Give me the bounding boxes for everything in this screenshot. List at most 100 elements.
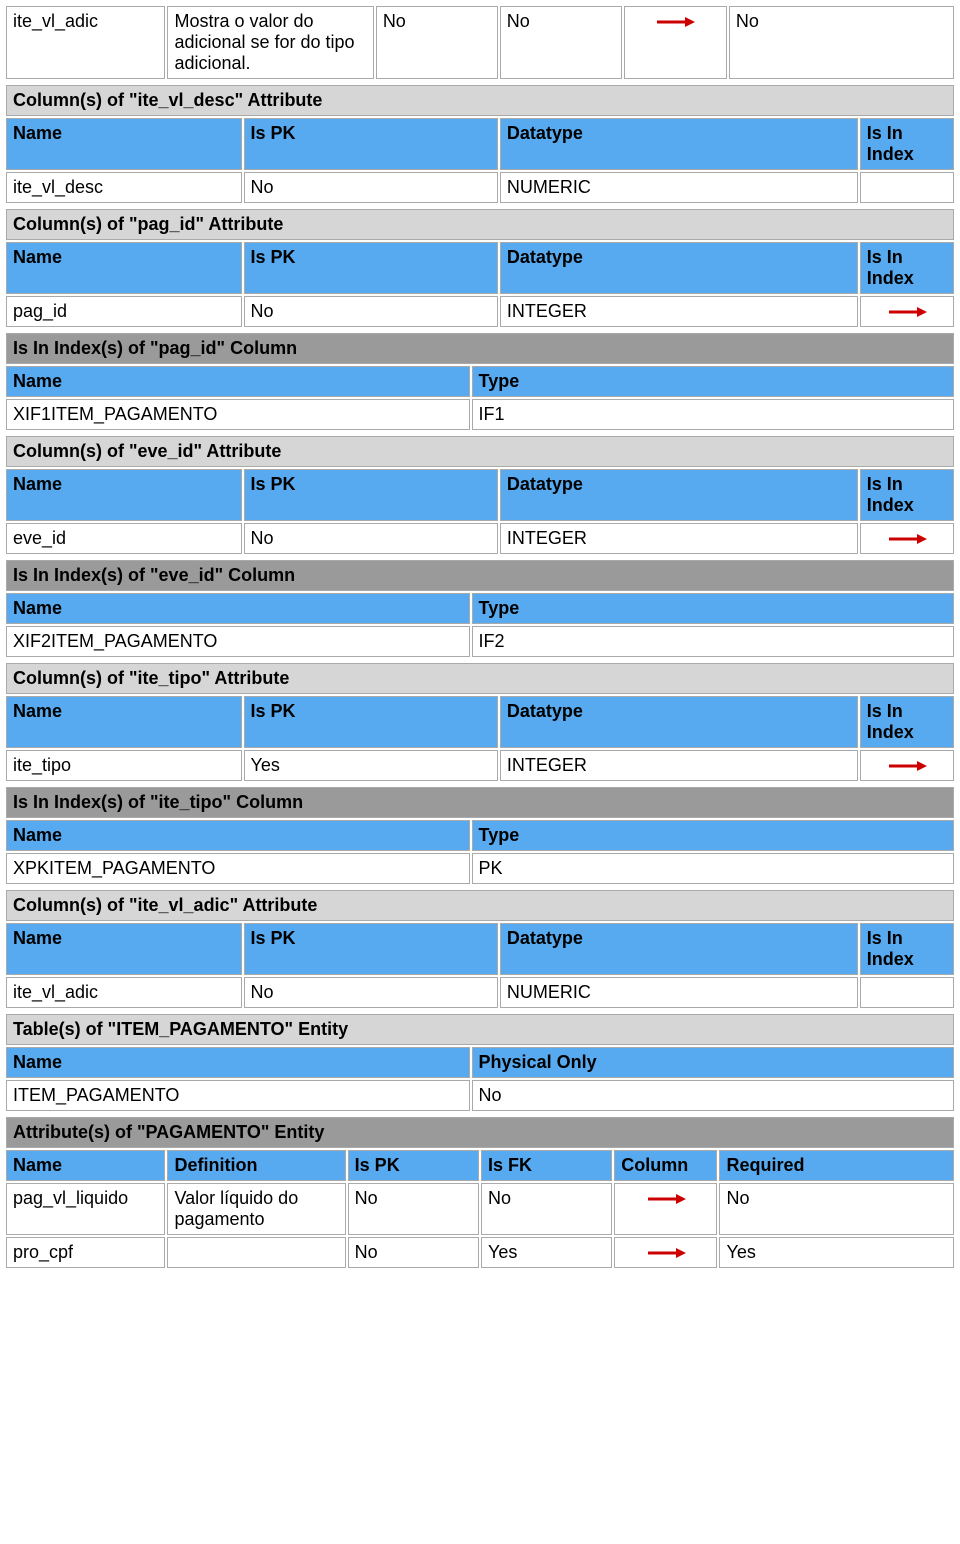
idx-type: IF2	[472, 626, 954, 657]
col-ispk: No	[244, 296, 498, 327]
table-row: pro_cpf No Yes Yes	[6, 1237, 954, 1268]
attr-pk: No	[348, 1237, 479, 1268]
col-inindex	[860, 977, 954, 1008]
idx-type: IF1	[472, 399, 954, 430]
col-ispk: No	[244, 977, 498, 1008]
attr-definition	[167, 1237, 345, 1268]
col-isfk-header: Is FK	[481, 1150, 612, 1181]
tbl-name: ITEM_PAGAMENTO	[6, 1080, 470, 1111]
col-datatype: NUMERIC	[500, 172, 858, 203]
col-definition-header: Definition	[167, 1150, 345, 1181]
section-eve-id: Column(s) of "eve_id" Attribute Name Is …	[4, 434, 956, 556]
col-inindex-header: Is In Index	[860, 242, 954, 294]
attr-required: No	[729, 6, 954, 79]
table-row: ite_tipo Yes INTEGER	[6, 750, 954, 781]
col-ispk-header: Is PK	[244, 118, 498, 170]
idx-name: XPKITEM_PAGAMENTO	[6, 853, 470, 884]
attr-column-link[interactable]	[614, 1183, 717, 1235]
attr-fk: Yes	[481, 1237, 612, 1268]
idx-type: PK	[472, 853, 954, 884]
idx-name: XIF2ITEM_PAGAMENTO	[6, 626, 470, 657]
table-row: ite_vl_desc No NUMERIC	[6, 172, 954, 203]
tbl-physonly: No	[472, 1080, 954, 1111]
col-datatype-header: Datatype	[500, 923, 858, 975]
arrow-right-icon	[887, 304, 927, 320]
col-name-header: Name	[6, 593, 470, 624]
attr-column-link[interactable]	[624, 6, 727, 79]
col-datatype: NUMERIC	[500, 977, 858, 1008]
attr-definition: Valor líquido do pagamento	[167, 1183, 345, 1235]
col-inindex-header: Is In Index	[860, 118, 954, 170]
col-ispk-header: Is PK	[244, 242, 498, 294]
section-title: Is In Index(s) of "ite_tipo" Column	[6, 787, 954, 818]
section-title: Column(s) of "eve_id" Attribute	[6, 436, 954, 467]
col-ispk-header: Is PK	[244, 923, 498, 975]
col-name-header: Name	[6, 820, 470, 851]
attr-name: pag_vl_liquido	[6, 1183, 165, 1235]
section-title: Column(s) of "pag_id" Attribute	[6, 209, 954, 240]
table-row: pag_id No INTEGER	[6, 296, 954, 327]
section-ite-vl-adic: Column(s) of "ite_vl_adic" Attribute Nam…	[4, 888, 956, 1010]
col-ispk: No	[244, 523, 498, 554]
col-name-header: Name	[6, 118, 242, 170]
tables-item-pagamento: Table(s) of "ITEM_PAGAMENTO" Entity Name…	[4, 1012, 956, 1113]
table-row: pag_vl_liquido Valor líquido do pagament…	[6, 1183, 954, 1235]
table-row: XIF1ITEM_PAGAMENTO IF1	[6, 399, 954, 430]
col-name-header: Name	[6, 469, 242, 521]
section-ite-tipo: Column(s) of "ite_tipo" Attribute Name I…	[4, 661, 956, 783]
col-column-header: Column	[614, 1150, 717, 1181]
section-pag-id: Column(s) of "pag_id" Attribute Name Is …	[4, 207, 956, 329]
arrow-right-icon	[646, 1191, 686, 1207]
section-ite-vl-desc: Column(s) of "ite_vl_desc" Attribute Nam…	[4, 83, 956, 205]
col-datatype: INTEGER	[500, 296, 858, 327]
col-datatype: INTEGER	[500, 523, 858, 554]
col-inindex-header: Is In Index	[860, 696, 954, 748]
col-name-header: Name	[6, 696, 242, 748]
col-name: ite_vl_adic	[6, 977, 242, 1008]
col-inindex-link[interactable]	[860, 296, 954, 327]
attr-required: No	[719, 1183, 954, 1235]
section-title: Column(s) of "ite_tipo" Attribute	[6, 663, 954, 694]
col-name-header: Name	[6, 1047, 470, 1078]
arrow-right-icon	[887, 531, 927, 547]
col-ispk: No	[244, 172, 498, 203]
col-type-header: Type	[472, 366, 954, 397]
col-name: eve_id	[6, 523, 242, 554]
col-ispk: Yes	[244, 750, 498, 781]
top-partial-table: ite_vl_adic Mostra o valor do adicional …	[4, 4, 956, 81]
col-type-header: Type	[472, 820, 954, 851]
col-name-header: Name	[6, 923, 242, 975]
col-name-header: Name	[6, 242, 242, 294]
col-datatype-header: Datatype	[500, 242, 858, 294]
attr-fk: No	[481, 1183, 612, 1235]
section-title: Attribute(s) of "PAGAMENTO" Entity	[6, 1117, 954, 1148]
col-datatype: INTEGER	[500, 750, 858, 781]
section-title: Column(s) of "ite_vl_adic" Attribute	[6, 890, 954, 921]
table-row: ite_vl_adic Mostra o valor do adicional …	[6, 6, 954, 79]
arrow-right-icon	[655, 14, 695, 30]
table-row: XIF2ITEM_PAGAMENTO IF2	[6, 626, 954, 657]
attr-column-link[interactable]	[614, 1237, 717, 1268]
arrow-right-icon	[646, 1245, 686, 1261]
table-row: eve_id No INTEGER	[6, 523, 954, 554]
col-inindex-header: Is In Index	[860, 923, 954, 975]
col-required-header: Required	[719, 1150, 954, 1181]
col-ispk-header: Is PK	[244, 696, 498, 748]
section-title: Is In Index(s) of "eve_id" Column	[6, 560, 954, 591]
table-row: ITEM_PAGAMENTO No	[6, 1080, 954, 1111]
attr-name: pro_cpf	[6, 1237, 165, 1268]
table-row: ite_vl_adic No NUMERIC	[6, 977, 954, 1008]
section-title: Column(s) of "ite_vl_desc" Attribute	[6, 85, 954, 116]
col-inindex-link[interactable]	[860, 750, 954, 781]
col-type-header: Type	[472, 593, 954, 624]
idx-name: XIF1ITEM_PAGAMENTO	[6, 399, 470, 430]
col-physonly-header: Physical Only	[472, 1047, 954, 1078]
col-inindex-link[interactable]	[860, 523, 954, 554]
index-eve-id: Is In Index(s) of "eve_id" Column Name T…	[4, 558, 956, 659]
col-datatype-header: Datatype	[500, 469, 858, 521]
col-ispk-header: Is PK	[348, 1150, 479, 1181]
index-ite-tipo: Is In Index(s) of "ite_tipo" Column Name…	[4, 785, 956, 886]
col-inindex-header: Is In Index	[860, 469, 954, 521]
attr-pk: No	[348, 1183, 479, 1235]
col-name-header: Name	[6, 1150, 165, 1181]
